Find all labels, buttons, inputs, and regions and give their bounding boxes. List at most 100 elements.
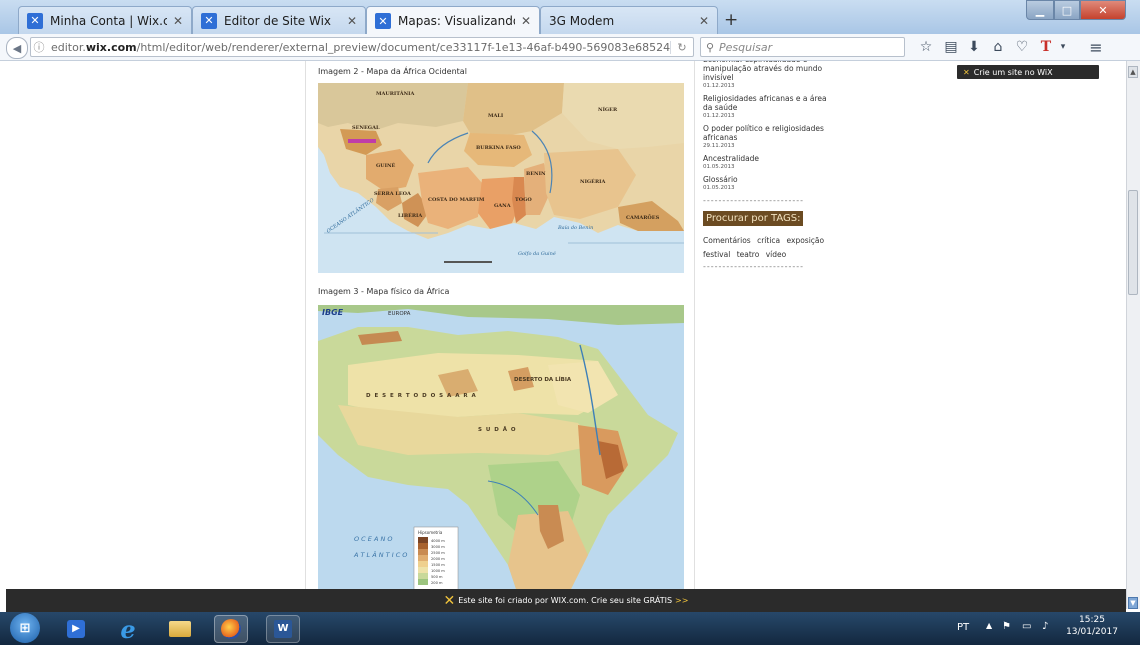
new-tab-button[interactable]: +	[724, 10, 738, 30]
scrollbar-thumb[interactable]	[1128, 190, 1138, 295]
address-bar[interactable]: ⓘ editor.wix.com/html/editor/web/rendere…	[30, 37, 694, 57]
close-icon[interactable]: ✕	[347, 14, 357, 28]
show-hidden-icons-icon[interactable]: ▲	[986, 621, 992, 630]
tab-mapas[interactable]: ✕ Mapas: Visualizando o Con... ✕	[366, 6, 540, 35]
tab-3g-modem[interactable]: 3G Modem ✕	[540, 6, 718, 34]
start-button[interactable]: ⊞	[10, 613, 40, 643]
map-label: Golfo da Guiné	[518, 250, 556, 257]
map-label: MALI	[488, 113, 504, 119]
tag-link[interactable]: vídeo	[766, 250, 787, 259]
search-placeholder: Pesquisar	[719, 40, 773, 54]
reload-icon[interactable]: ↻	[670, 40, 693, 54]
post-date: 01.12.2013	[703, 113, 735, 119]
close-icon[interactable]: ✕	[699, 14, 709, 28]
arrow-left-icon: ◀	[12, 41, 22, 55]
tab-minha-conta[interactable]: ✕ Minha Conta | Wix.com ✕	[18, 6, 192, 34]
chevron-down-icon: ▼	[1130, 599, 1136, 607]
maximize-button[interactable]: □	[1054, 0, 1080, 20]
post-link[interactable]: Ancestralidade 01.05.2013	[703, 154, 833, 170]
language-indicator[interactable]: PT	[957, 622, 969, 633]
wix-badge-text: Crie um site no WiX	[973, 67, 1053, 77]
legend-level: 1500 m	[431, 563, 445, 567]
firefox-logo-icon	[221, 619, 241, 639]
legend-level: 2500 m	[431, 551, 445, 555]
legend-title: Hipsometria	[418, 530, 443, 535]
wix-create-site-badge[interactable]: ✕ Crie um site no WiX	[957, 65, 1099, 79]
minimize-button[interactable]: ▁	[1026, 0, 1054, 20]
post-date: 01.12.2013	[703, 83, 735, 89]
tag-link[interactable]: exposição	[787, 236, 825, 245]
firefox-icon[interactable]	[214, 615, 248, 643]
internet-explorer-icon[interactable]: e	[114, 615, 142, 644]
scroll-up-button[interactable]: ▲	[1128, 66, 1138, 78]
map-label: SERRA LEOA	[374, 191, 411, 197]
legend-level: 200 m	[431, 581, 443, 585]
scroll-down-button[interactable]: ▼	[1128, 597, 1138, 609]
reading-list-icon[interactable]: ▤	[940, 37, 962, 57]
map-label: TOGO	[515, 197, 532, 203]
divider: --------------------------	[703, 262, 805, 271]
post-title: Economia: espiritualidade e manipulação …	[703, 61, 823, 82]
map-label: MAURITÂNIA	[376, 90, 415, 97]
info-icon[interactable]: ⓘ	[31, 39, 47, 55]
tag-list: Comentários crítica exposição festival t…	[703, 234, 833, 262]
africa-physical-map: D E S E R T O D O S A A R A DESERTO DA L…	[318, 305, 684, 589]
close-icon[interactable]: ✕	[521, 14, 531, 28]
clock-date: 13/01/2017	[1066, 627, 1118, 637]
wix-icon: ✕	[443, 592, 456, 609]
file-explorer-icon[interactable]	[166, 615, 194, 643]
tab-label: Mapas: Visualizando o Con...	[398, 14, 515, 28]
map-label: SENEGAL	[352, 125, 380, 131]
search-input[interactable]: ⚲ Pesquisar	[700, 37, 905, 57]
post-title: Ancestralidade	[703, 154, 760, 163]
image2-caption: Imagem 2 - Mapa da África Ocidental	[318, 67, 467, 76]
tab-editor-site[interactable]: ✕ Editor de Site Wix ✕	[192, 6, 366, 34]
post-title: O poder político e religiosidades africa…	[703, 124, 824, 142]
map-label: A T L Â N T I C O	[353, 550, 407, 559]
map-label: DESERTO DA LÍBIA	[514, 375, 572, 383]
close-icon: ✕	[1098, 3, 1108, 17]
t-extension-icon[interactable]: T	[1035, 37, 1057, 57]
post-link[interactable]: Religiosidades africanas e a área da saú…	[703, 94, 833, 119]
scale-bar	[444, 261, 492, 263]
post-link[interactable]: Glossário 01.05.2013	[703, 175, 833, 191]
close-icon[interactable]: ✕	[173, 14, 183, 28]
legend-level: 3000 m	[431, 545, 445, 549]
map-label: Baía do Benin	[557, 224, 593, 231]
close-window-button[interactable]: ✕	[1080, 0, 1126, 20]
bookmark-star-icon[interactable]: ☆	[915, 37, 937, 57]
tag-link[interactable]: Comentários	[703, 236, 751, 245]
wix-footer-banner[interactable]: ✕ Este site foi criado por WIX.com. Crie…	[6, 589, 1126, 612]
map-label: GANA	[494, 203, 511, 209]
map-label: BURKINA FASO	[476, 145, 521, 151]
post-link[interactable]: O poder político e religiosidades africa…	[703, 124, 833, 149]
scrollbar-track[interactable]	[1126, 61, 1140, 609]
chevron-down-icon[interactable]: ▾	[1056, 37, 1070, 57]
tag-link[interactable]: teatro	[737, 250, 760, 259]
menu-icon[interactable]: ≡	[1084, 37, 1108, 57]
pocket-icon[interactable]: ♡	[1011, 37, 1033, 57]
map-label: D E S E R T O D O S A A R A	[366, 393, 477, 399]
flag-icon[interactable]: ⚑	[1002, 621, 1011, 632]
maximize-icon: □	[1061, 3, 1073, 17]
system-clock[interactable]: 15:25 13/01/2017	[1064, 614, 1120, 638]
post-date: 01.05.2013	[703, 164, 735, 170]
tag-link[interactable]: crítica	[757, 236, 780, 245]
legend-level: 500 m	[431, 575, 443, 579]
map-label: BENIN	[526, 171, 546, 177]
post-link[interactable]: Economia: espiritualidade e manipulação …	[703, 61, 833, 89]
network-icon[interactable]: ▭	[1022, 621, 1031, 632]
wix-icon: ✕	[375, 13, 391, 29]
word-icon[interactable]: W	[266, 615, 300, 643]
image3-caption: Imagem 3 - Mapa físico da África	[318, 287, 450, 296]
tag-link[interactable]: festival	[703, 250, 730, 259]
wix-icon: ✕	[27, 12, 43, 29]
back-button[interactable]: ◀	[6, 37, 28, 59]
download-icon[interactable]: ⬇	[963, 37, 985, 57]
media-player-icon[interactable]: ▶	[62, 615, 90, 643]
url-text: editor.wix.com/html/editor/web/renderer/…	[51, 40, 670, 54]
legend-level: 2000 m	[431, 557, 445, 561]
post-title: Religiosidades africanas e a área da saú…	[703, 94, 827, 112]
home-icon[interactable]: ⌂	[987, 37, 1009, 57]
speaker-icon[interactable]: ♪	[1042, 621, 1048, 632]
